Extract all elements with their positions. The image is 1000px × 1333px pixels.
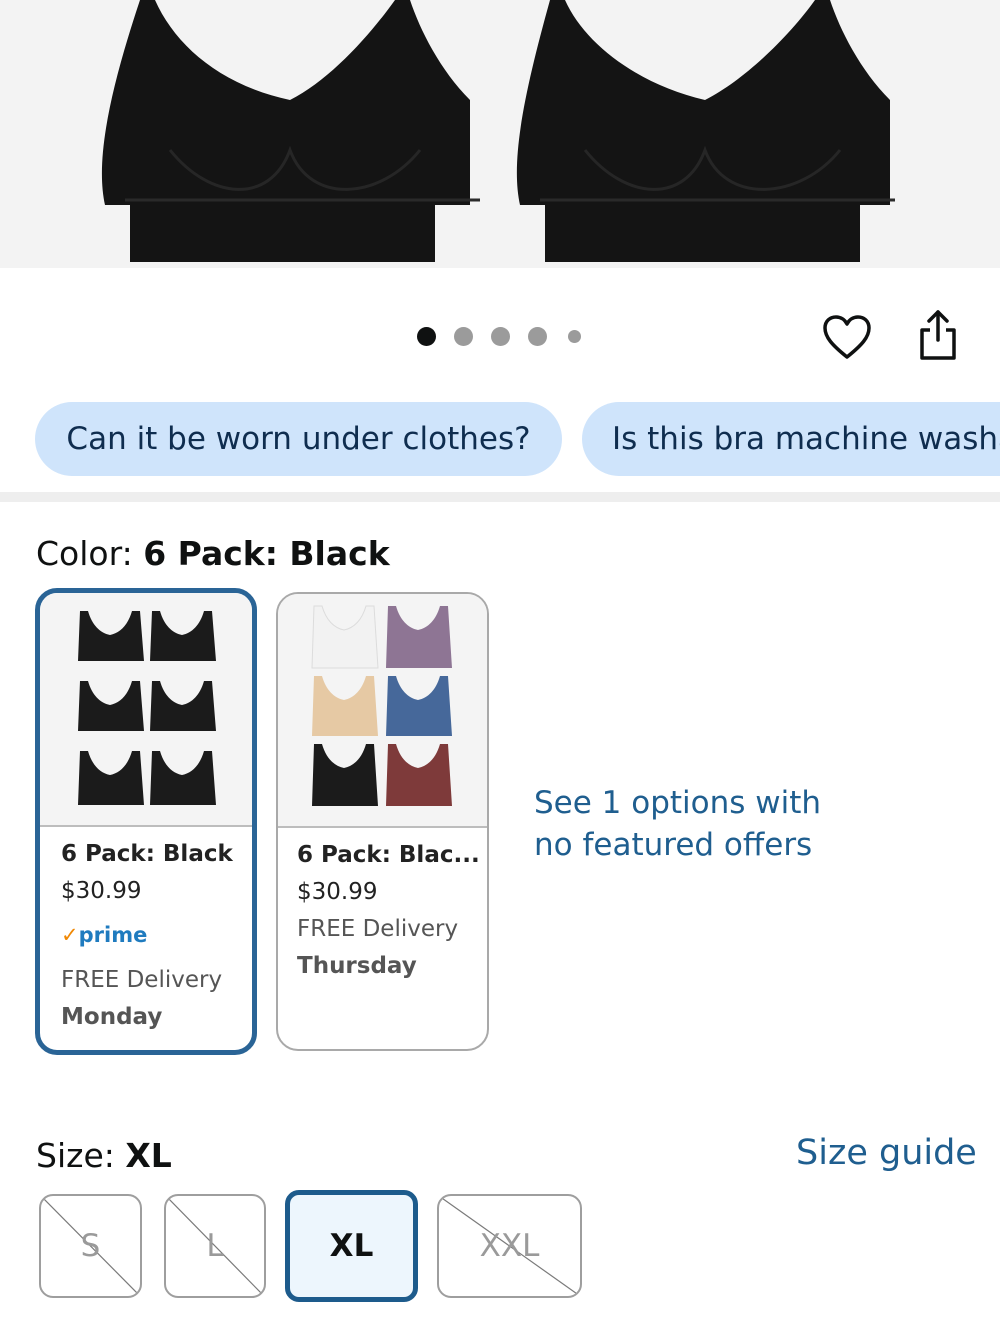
color-label: Color: [36,534,144,573]
carousel-dot[interactable] [491,327,510,346]
size-selected-value: XL [125,1136,172,1175]
size-option-label: XL [329,1228,374,1264]
prime-badge: ✓prime [61,923,147,947]
heart-icon [823,315,871,359]
carousel-dot[interactable] [568,330,581,343]
swatch-thumbnail [278,594,487,828]
swatch-name: 6 Pack: Black [61,841,233,867]
swatch-thumbnail [40,593,252,827]
product-image [101,0,895,262]
size-option-xxl[interactable]: XXL [437,1194,582,1298]
size-label: Size: [36,1136,126,1175]
carousel-dot[interactable] [454,327,473,346]
prime-label: prime [78,923,148,947]
swatch-price: $30.99 [297,879,378,905]
check-icon: ✓ [61,923,79,947]
wishlist-button[interactable] [818,310,876,364]
color-swatch[interactable]: 6 Pack: Black $30.99 ✓prime FREE Deliver… [35,588,257,1055]
delivery-day: Monday [61,1004,163,1030]
color-selected-value: 6 Pack: Black [143,534,390,573]
share-button[interactable] [912,306,964,364]
color-heading: Color: 6 Pack: Black [36,534,390,573]
swatch-image [78,611,216,805]
swatch-price: $30.99 [61,878,142,904]
question-chip-label: Can it be worn under clothes? [66,421,531,457]
carousel-dot[interactable] [417,327,436,346]
color-swatch[interactable]: 6 Pack: Blac... $30.99 FREE Delivery Thu… [276,592,489,1051]
carousel-dot[interactable] [528,327,547,346]
product-image-carousel[interactable] [0,0,1000,268]
see-options-link[interactable]: See 1 options with no featured offers [534,782,864,866]
delivery-label: FREE Delivery [297,916,459,942]
question-chip-label: Is this bra machine washable? [612,421,1000,457]
size-option-label: XXL [479,1228,540,1264]
swatch-name: 6 Pack: Blac... [297,842,480,868]
size-option-label: L [206,1228,224,1264]
share-icon [920,310,956,360]
section-divider [0,492,1000,502]
size-heading: Size: XL [36,1136,172,1175]
question-chip[interactable]: Can it be worn under clothes? [35,402,562,476]
swatch-image [311,605,452,806]
size-guide-link[interactable]: Size guide [796,1133,977,1173]
size-option-xl[interactable]: XL [285,1190,418,1302]
delivery-day: Thursday [297,953,417,979]
size-option-l[interactable]: L [164,1194,266,1298]
suggested-questions: Can it be worn under clothes? Is this br… [0,400,1000,480]
question-chip[interactable]: Is this bra machine washable? [582,402,1000,476]
size-option-s[interactable]: S [39,1194,142,1298]
size-option-label: S [80,1228,101,1264]
delivery-label: FREE Delivery [61,967,223,993]
